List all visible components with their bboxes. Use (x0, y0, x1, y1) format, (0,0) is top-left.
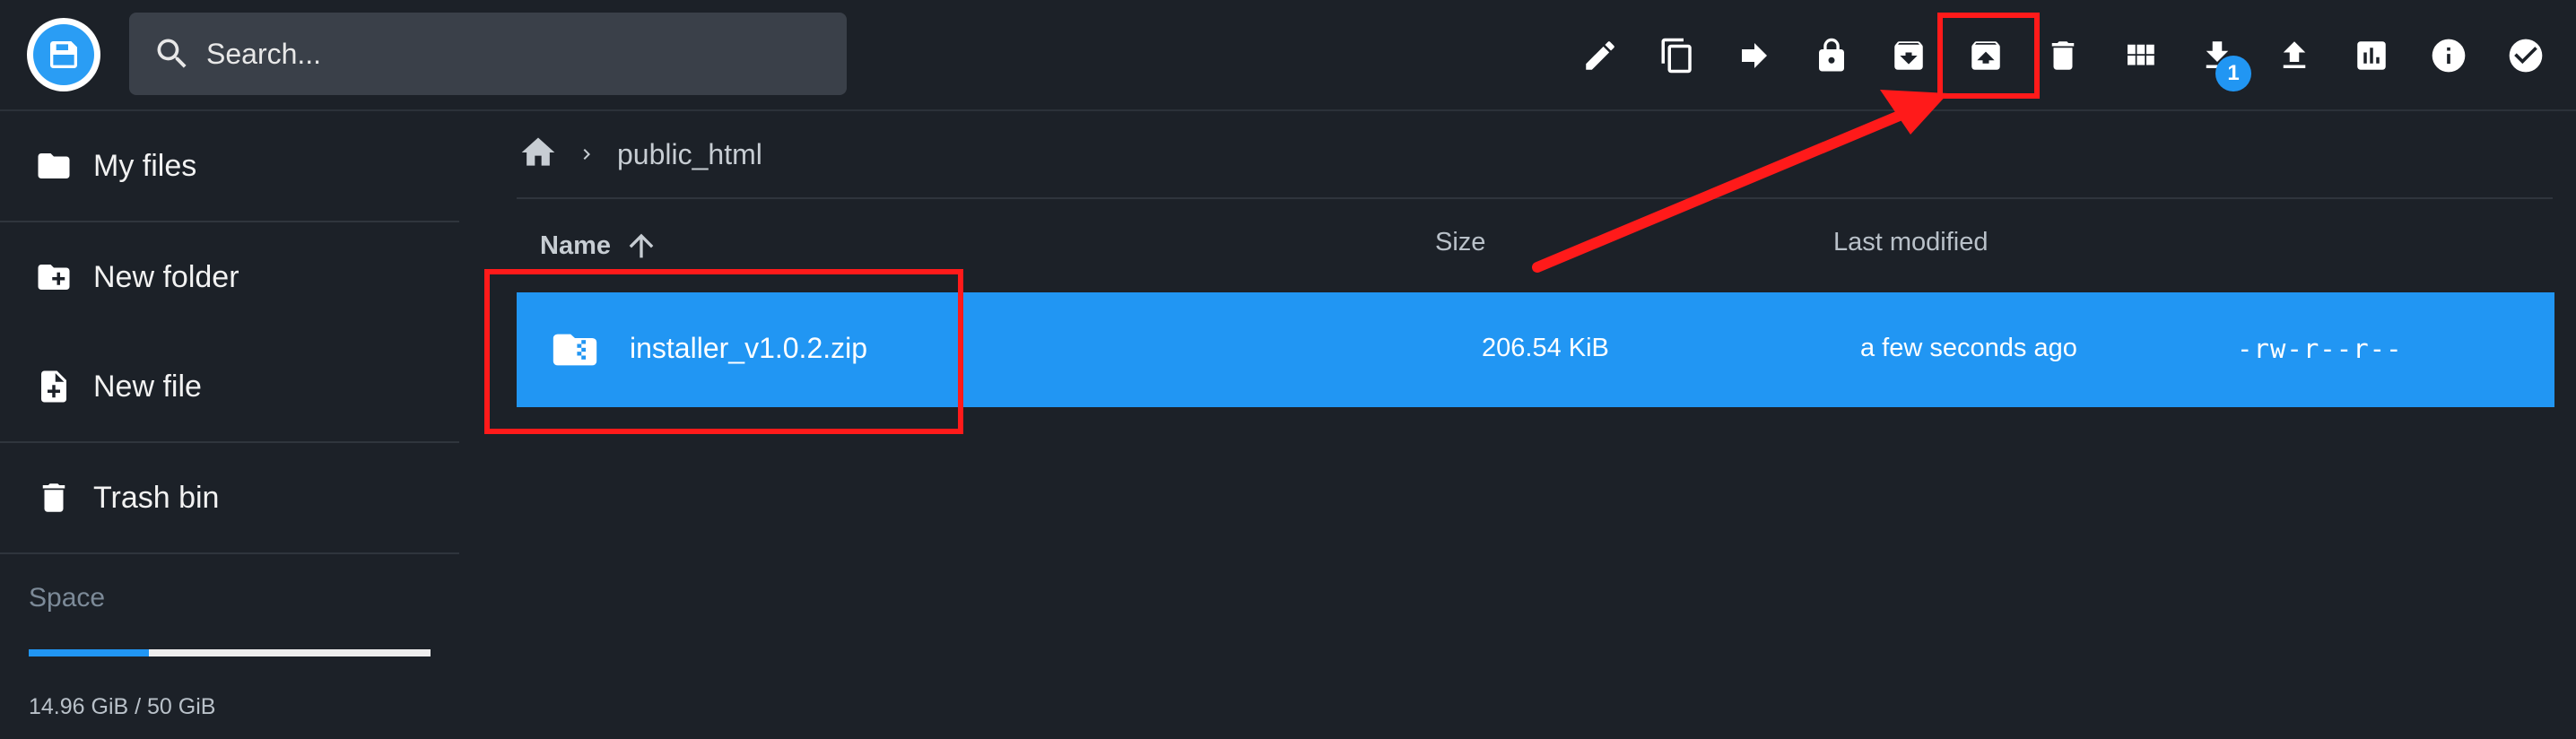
annotation-arrow (1532, 90, 1948, 273)
